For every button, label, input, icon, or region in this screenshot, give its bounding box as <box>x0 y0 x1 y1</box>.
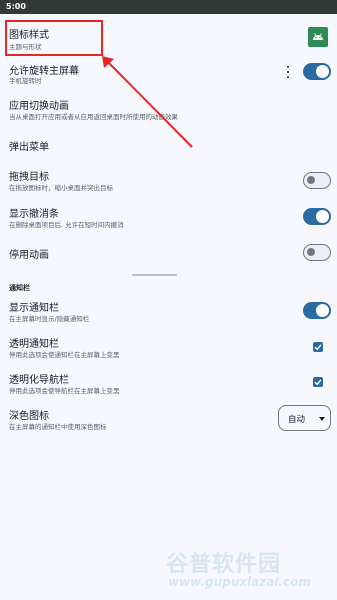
watermark-url: www.gupuxlazal.com <box>168 575 311 589</box>
watermark-text: 谷普软件园 <box>166 552 282 577</box>
watermark: 谷普软件园 www.gupuxlazal.com <box>166 546 331 594</box>
annotation-arrow-icon <box>102 56 193 148</box>
